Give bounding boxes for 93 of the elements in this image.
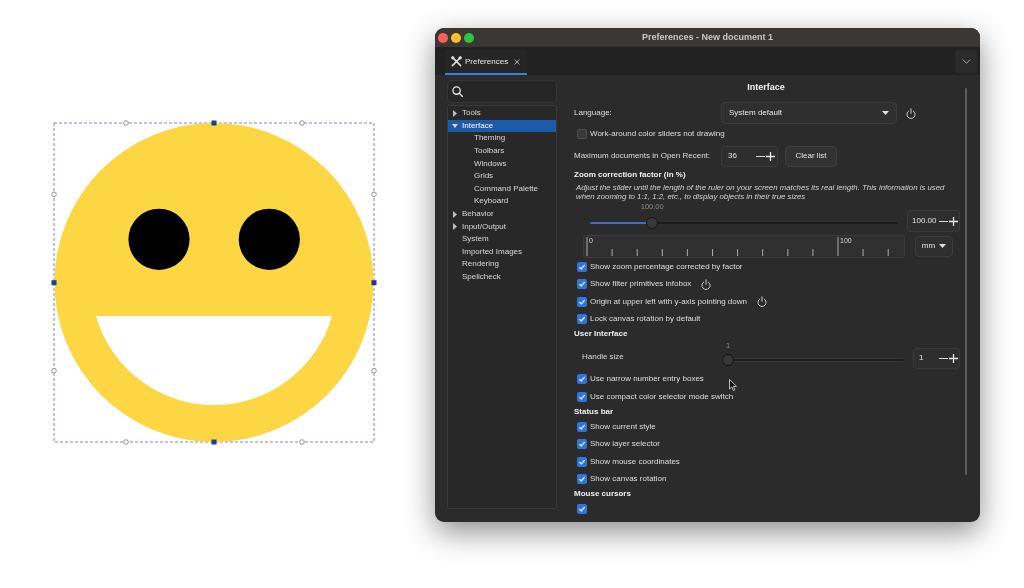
checkbox-label: Show layer selector [590,438,660,451]
round-handle[interactable] [123,439,129,445]
scale-handle[interactable] [211,120,217,126]
round-handle[interactable] [299,439,305,445]
eye [128,208,190,270]
checkbox[interactable] [577,474,587,484]
checkbox[interactable] [577,456,587,467]
plus-icon[interactable] [766,151,775,161]
expander-arrow-icon[interactable] [453,223,457,231]
checkbox[interactable] [577,422,587,432]
checkbox[interactable] [577,296,587,307]
expander-arrow-icon[interactable] [453,109,457,117]
round-handle[interactable] [51,191,57,197]
section-heading: User Interface [574,328,628,341]
clear-list-button[interactable]: Clear list [785,145,837,167]
checkbox-label: Show canvas rotation [590,473,667,485]
tree-item[interactable]: Interface [448,119,556,133]
round-handle[interactable] [299,120,305,126]
tree-item[interactable]: Windows [448,157,556,170]
slider-thumb[interactable] [722,353,734,366]
tree-item[interactable]: Behavior [448,207,556,221]
minus-icon[interactable] [756,155,765,157]
checkbox[interactable] [577,374,587,385]
tab[interactable]: Preferences [445,50,527,75]
close-button[interactable] [438,32,448,43]
plus-icon[interactable] [949,216,958,226]
minus-icon[interactable] [939,220,948,222]
tree-item[interactable]: Spellcheck [448,270,556,284]
scale-handle[interactable] [211,439,217,445]
checkbox[interactable] [577,261,587,272]
number-field[interactable]: 36 [721,145,778,167]
tree-item[interactable]: Input/Output [448,220,556,233]
page-title: Interface [747,81,785,95]
search-icon [452,86,463,97]
minimize-button[interactable] [451,32,461,43]
tree-item[interactable]: Keyboard [448,195,556,208]
chevron-down-icon [961,59,971,64]
tree-item[interactable]: Grids [448,169,556,183]
window-title: Preferences - New document 1 [641,30,773,44]
close-icon[interactable] [514,58,521,65]
tree-item[interactable]: Rendering [448,258,556,271]
field-label: Handle size [582,350,624,363]
round-handle[interactable] [371,368,377,374]
round-handle[interactable] [123,120,129,126]
caret-icon [939,244,947,249]
tree-item[interactable]: Tools [448,107,556,120]
expander-arrow-icon[interactable] [452,123,458,128]
scale-handle[interactable] [51,280,57,286]
slider-thumb[interactable] [646,217,659,230]
checkbox-label: Origin at upper left with y-axis pointing down [590,295,747,308]
tree-item[interactable]: System [448,232,556,246]
field-label: Language: [574,107,613,119]
language-dropdown[interactable]: System default [721,102,897,124]
field-label: Maximum documents in Open Recent: [574,150,712,163]
tools-icon [451,56,462,67]
checkbox[interactable] [577,313,587,324]
tree-item[interactable]: Imported Images [448,245,556,259]
section-heading: Zoom correction factor (in %) [574,168,686,181]
checkbox[interactable] [577,128,587,139]
plus-icon[interactable] [949,353,958,363]
section-heading: Mouse cursors [574,488,631,501]
caret-icon [882,111,889,115]
number-field[interactable]: 100.00 [907,210,960,233]
checkbox-label: Show filter primitives infobox [590,278,692,291]
tree-item[interactable]: Toolbars [448,144,556,158]
checkbox-label: Show mouse coordinates [590,455,680,468]
tree-item[interactable]: Command Palette [448,182,556,196]
slider-track[interactable] [722,353,905,366]
scale-handle[interactable] [371,280,377,286]
checkbox-label: Show current style [590,421,656,433]
search-field[interactable] [447,80,557,103]
checkbox-label: Lock canvas rotation by default [590,312,701,325]
maximize-button[interactable] [464,32,474,43]
round-handle[interactable] [371,191,377,197]
eye [238,208,300,270]
scrollbar[interactable] [965,88,967,475]
checkbox-label: Show zoom percentage corrected by factor [590,260,743,273]
number-field[interactable]: 1 [913,347,960,369]
expander-arrow-icon[interactable] [453,210,457,218]
checkbox[interactable] [577,279,587,290]
tree-item[interactable]: Theming [448,132,556,145]
checkbox[interactable] [577,391,587,402]
checkbox-label: Use narrow number entry boxes [590,373,704,386]
unit-dropdown[interactable]: mm [915,235,953,257]
checkbox-label: Use compact color selector mode switch [590,390,734,403]
round-handle[interactable] [51,368,57,374]
section-heading: Status bar [574,405,614,418]
checkbox[interactable] [577,504,587,515]
mouse-pointer-icon [729,379,737,391]
minus-icon[interactable] [939,357,948,359]
checkbox[interactable] [577,439,587,450]
checkbox-label: Work-around color sliders not drawing [590,127,725,140]
slider-track[interactable] [590,217,898,230]
